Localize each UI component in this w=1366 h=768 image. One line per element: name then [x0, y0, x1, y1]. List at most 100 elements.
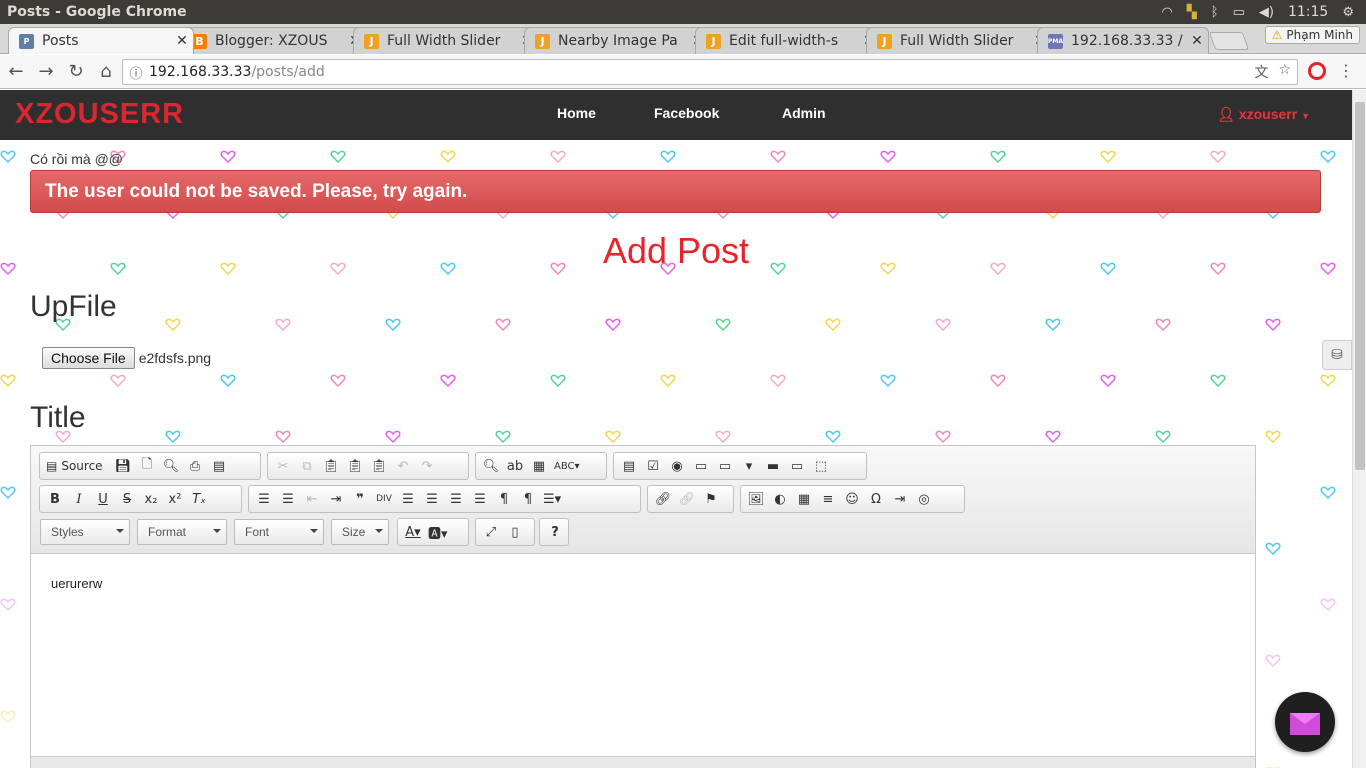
- home-icon[interactable]: ⌂: [92, 58, 120, 86]
- save-icon[interactable]: 💾︎: [111, 455, 135, 477]
- source-button[interactable]: ▤ Source: [43, 455, 111, 477]
- app-indicator-icon[interactable]: ▚: [1187, 5, 1197, 20]
- select-icon[interactable]: ▾: [737, 455, 761, 477]
- close-tab-icon[interactable]: ✕: [1186, 33, 1208, 49]
- settings-gear-icon[interactable]: ⚙: [1342, 5, 1354, 20]
- link-icon[interactable]: 🔗︎: [651, 488, 675, 510]
- new-tab-button[interactable]: [1208, 32, 1250, 50]
- unlink-icon[interactable]: 🔗︎: [675, 488, 699, 510]
- profile-button[interactable]: ⚠ Phạm Minh: [1264, 26, 1360, 44]
- underline-icon[interactable]: U: [91, 488, 115, 510]
- styles-dropdown[interactable]: Styles: [40, 519, 130, 545]
- text-color-icon[interactable]: A▾: [401, 521, 425, 543]
- indent-icon[interactable]: ⇥: [324, 488, 348, 510]
- page-scrollbar[interactable]: [1352, 90, 1366, 768]
- smiley-icon[interactable]: ☺: [840, 488, 864, 510]
- volume-icon[interactable]: ◀): [1259, 5, 1274, 20]
- copy-icon[interactable]: ⧉: [295, 455, 319, 477]
- format-dropdown[interactable]: Format: [137, 519, 227, 545]
- imagebutton-icon[interactable]: ▭: [785, 455, 809, 477]
- spellcheck-icon[interactable]: ABC▾: [551, 455, 583, 477]
- numbered-list-icon[interactable]: ☰: [252, 488, 276, 510]
- nav-admin[interactable]: Admin: [782, 105, 826, 121]
- tab-edit-full-width[interactable]: J Edit full-width-s ✕: [695, 27, 881, 54]
- scrollbar-thumb[interactable]: [1355, 102, 1365, 470]
- nav-home[interactable]: Home: [557, 105, 596, 121]
- radio-icon[interactable]: ◉: [665, 455, 689, 477]
- chrome-menu-icon[interactable]: ⋮: [1338, 61, 1354, 80]
- size-dropdown[interactable]: Size: [331, 519, 389, 545]
- address-bar[interactable]: ⓘ 192.168.33.33/posts/add 文 ☆: [122, 59, 1298, 85]
- mail-chat-button[interactable]: [1275, 692, 1335, 752]
- bold-icon[interactable]: B: [43, 488, 67, 510]
- tab-nearby-image[interactable]: J Nearby Image Pa ✕: [524, 27, 710, 54]
- templates-icon[interactable]: ▤: [207, 455, 231, 477]
- align-left-icon[interactable]: ☰: [396, 488, 420, 510]
- creatediv-icon[interactable]: DIV: [372, 488, 396, 510]
- paste-word-icon[interactable]: 📋︎: [367, 455, 391, 477]
- translate-icon[interactable]: 文: [1254, 62, 1268, 82]
- user-dropdown[interactable]: 👤︎ xzouserr ▼: [1217, 106, 1310, 123]
- tab-full-width-slider[interactable]: J Full Width Slider ✕: [353, 27, 539, 54]
- info-icon[interactable]: ⓘ: [123, 63, 149, 82]
- editor-content[interactable]: uerurerw: [51, 576, 102, 591]
- tab-posts[interactable]: P Posts ✕: [8, 27, 194, 54]
- tab-full-width-slider-2[interactable]: J Full Width Slider ✕: [866, 27, 1052, 54]
- subscript-icon[interactable]: x₂: [139, 488, 163, 510]
- select-all-icon[interactable]: ▦: [527, 455, 551, 477]
- image-icon[interactable]: 🖼︎: [744, 488, 768, 510]
- remove-format-icon[interactable]: Tₓ: [187, 488, 211, 510]
- justify-icon[interactable]: ☰: [468, 488, 492, 510]
- tab-phpmyadmin[interactable]: PMA 192.168.33.33 / l ✕: [1037, 27, 1209, 54]
- nav-facebook[interactable]: Facebook: [654, 105, 719, 121]
- paste-icon[interactable]: 📋︎: [319, 455, 343, 477]
- bookmark-star-icon[interactable]: ☆: [1278, 62, 1291, 82]
- pagebreak-icon[interactable]: ⇥: [888, 488, 912, 510]
- help-icon[interactable]: ?: [543, 521, 567, 543]
- cut-icon[interactable]: ✂: [271, 455, 295, 477]
- file-input[interactable]: Choose File e2fdsfs.png: [42, 347, 211, 369]
- flash-icon[interactable]: ◐: [768, 488, 792, 510]
- hiddenfield-icon[interactable]: ⬚: [809, 455, 833, 477]
- bidi-ltr-icon[interactable]: ¶: [492, 488, 516, 510]
- align-center-icon[interactable]: ☰: [420, 488, 444, 510]
- textfield-icon[interactable]: ▭: [689, 455, 713, 477]
- side-database-widget-icon[interactable]: ⛁: [1322, 340, 1352, 370]
- bg-color-icon[interactable]: 🅰︎▾: [425, 521, 451, 543]
- form-icon[interactable]: ▤: [617, 455, 641, 477]
- back-arrow-icon[interactable]: ←: [2, 58, 30, 86]
- button-icon[interactable]: ▬: [761, 455, 785, 477]
- language-icon[interactable]: ☰▾: [540, 488, 564, 510]
- forward-arrow-icon[interactable]: →: [32, 58, 60, 86]
- choose-file-button[interactable]: Choose File: [42, 347, 135, 369]
- opera-extension-icon[interactable]: [1308, 62, 1326, 80]
- redo-icon[interactable]: ↷: [415, 455, 439, 477]
- paste-text-icon[interactable]: 📋︎: [343, 455, 367, 477]
- print-icon[interactable]: ⎙: [183, 455, 207, 477]
- replace-icon[interactable]: ab: [503, 455, 527, 477]
- outdent-icon[interactable]: ⇤: [300, 488, 324, 510]
- site-brand[interactable]: XZOUSERR: [15, 98, 184, 131]
- find-icon[interactable]: 🔍︎: [479, 455, 503, 477]
- horizontal-rule-icon[interactable]: ≡: [816, 488, 840, 510]
- battery-icon[interactable]: ▭: [1233, 5, 1245, 20]
- table-icon[interactable]: ▦: [792, 488, 816, 510]
- iframe-globe-icon[interactable]: ◎: [912, 488, 936, 510]
- clock[interactable]: 11:15: [1288, 4, 1328, 20]
- font-dropdown[interactable]: Font: [234, 519, 324, 545]
- wifi-icon[interactable]: ◠: [1161, 5, 1172, 20]
- bulleted-list-icon[interactable]: ☰: [276, 488, 300, 510]
- checkbox-icon[interactable]: ☑: [641, 455, 665, 477]
- show-blocks-icon[interactable]: ▯: [503, 521, 527, 543]
- close-tab-icon[interactable]: ✕: [171, 33, 193, 49]
- new-page-icon[interactable]: 🗋: [135, 455, 159, 477]
- undo-icon[interactable]: ↶: [391, 455, 415, 477]
- maximize-icon[interactable]: ⤢: [479, 521, 503, 543]
- textarea-icon[interactable]: ▭: [713, 455, 737, 477]
- blockquote-icon[interactable]: ❞: [348, 488, 372, 510]
- reload-icon[interactable]: ↻: [62, 58, 90, 86]
- preview-icon[interactable]: 🔍︎: [159, 455, 183, 477]
- tab-blogger[interactable]: B Blogger: XZOUS ✕: [181, 27, 367, 54]
- special-char-icon[interactable]: Ω: [864, 488, 888, 510]
- align-right-icon[interactable]: ☰: [444, 488, 468, 510]
